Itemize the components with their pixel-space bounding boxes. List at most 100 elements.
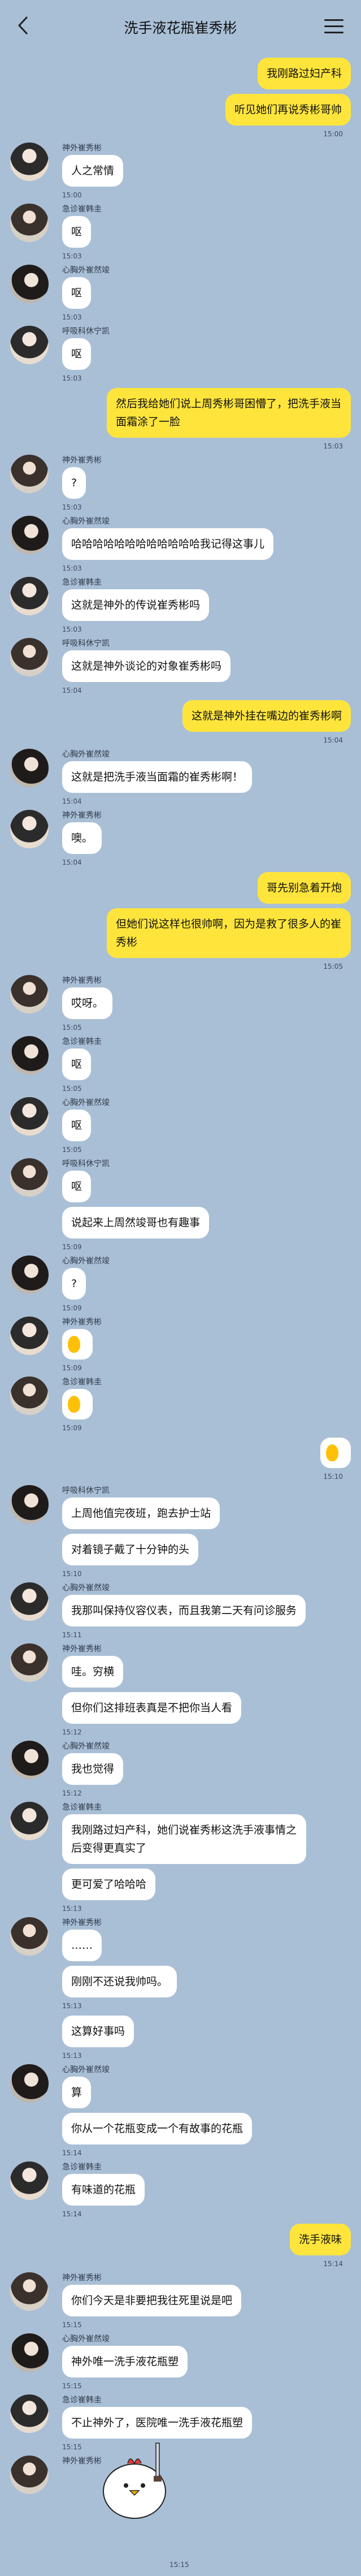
message-bubble[interactable]: ? <box>62 467 86 499</box>
message-time: 15:03 <box>323 442 343 450</box>
message-bubble[interactable]: 我那叫保持仪容仪表，而且我第二天有问诊服务 <box>62 1595 306 1626</box>
message-bubble[interactable]: 你们今天是非要把我往死里说是吧 <box>62 2285 242 2316</box>
sticker-message[interactable] <box>320 1438 351 1468</box>
chat-message: 心胸外崔然竣算 <box>0 2064 361 2108</box>
avatar[interactable] <box>10 204 49 242</box>
message-bubble[interactable]: 呕 <box>62 338 92 370</box>
avatar[interactable] <box>10 2333 49 2372</box>
sender-name: 心胸外崔然竣 <box>62 2335 110 2344</box>
avatar[interactable] <box>10 1097 49 1136</box>
message-bubble[interactable]: 刚刚不还说我帅吗。 <box>62 1966 177 1997</box>
message-bubble[interactable]: 哎呀。 <box>62 987 113 1019</box>
avatar[interactable] <box>10 1802 49 1840</box>
avatar[interactable] <box>10 1917 49 1956</box>
message-bubble[interactable]: 这就是神外谈论的对象崔秀彬吗 <box>62 650 231 682</box>
message-bubble[interactable]: 上周他值完夜班，跑去护士站 <box>62 1498 220 1529</box>
avatar[interactable] <box>10 1643 49 1682</box>
message-bubble[interactable]: 呕 <box>62 216 92 248</box>
avatar[interactable] <box>10 265 49 303</box>
message-bubble[interactable]: 洗手液味 <box>289 2224 351 2255</box>
message-time: 15:15 <box>62 2321 82 2329</box>
message-bubble[interactable]: 呕 <box>62 1110 92 1141</box>
message-bubble[interactable]: 但她们说这样也很帅啊，因为是救了很多人的崔秀彬 <box>107 908 351 958</box>
message-bubble[interactable]: 更可爱了哈哈哈 <box>62 1869 156 1900</box>
message-time: 15:12 <box>62 1789 82 1797</box>
avatar[interactable] <box>10 516 49 554</box>
sticker-message[interactable] <box>62 1329 93 1360</box>
message-time: 15:14 <box>62 2149 82 2157</box>
chat-message: 神外崔秀彬 15:09 <box>0 1317 361 1373</box>
avatar[interactable] <box>10 1317 49 1355</box>
message-bubble[interactable]: 神外唯一洗手液花瓶塑 <box>62 2346 188 2377</box>
message-time: 15:04 <box>62 687 82 694</box>
chat-message: 听见她们再说秀彬哥帅 15:00 <box>0 94 361 139</box>
message-time: 15:03 <box>62 625 82 633</box>
avatar[interactable] <box>10 143 49 181</box>
message-time: 15:13 <box>62 2052 82 2060</box>
menu-icon[interactable] <box>324 19 343 35</box>
message-time: 15:12 <box>62 1728 82 1736</box>
avatar[interactable] <box>10 455 49 493</box>
chat-message: 心胸外崔然竣 我那叫保持仪容仪表，而且我第二天有问诊服务 15:11 <box>0 1582 361 1640</box>
avatar[interactable] <box>10 638 49 676</box>
message-bubble[interactable]: 对着镜子戴了十分钟的头 <box>62 1534 199 1565</box>
avatar[interactable] <box>10 1255 49 1294</box>
avatar[interactable] <box>10 577 49 615</box>
message-time: 15:05 <box>62 1146 82 1154</box>
message-bubble[interactable]: …… <box>62 1930 102 1961</box>
message-bubble[interactable]: 这就是把洗手液当面霜的崔秀彬啊！ <box>62 761 253 793</box>
message-bubble[interactable]: 哇。穷横 <box>62 1656 124 1688</box>
message-bubble[interactable]: 听见她们再说秀彬哥帅 <box>225 94 351 126</box>
avatar[interactable] <box>10 2456 49 2494</box>
message-bubble[interactable]: 这就是神外挂在嘴边的崔秀彬啊 <box>182 700 351 732</box>
message-bubble[interactable]: 我也觉得 <box>62 1753 124 1785</box>
sender-name: 呼吸科休宁凯 <box>62 639 110 648</box>
sender-name: 神外崔秀彬 <box>62 976 102 985</box>
sender-name: 呼吸科休宁凯 <box>62 1159 110 1168</box>
sticker-message[interactable] <box>62 1389 93 1419</box>
message-time: 15:03 <box>62 564 82 572</box>
chat-message: 急诊崔韩圭 我刚路过妇产科，她们说崔秀彬这洗手液事情之后变得更真实了 <box>0 1802 361 1864</box>
avatar[interactable] <box>10 2394 49 2433</box>
message-time: 15:09 <box>62 1243 82 1251</box>
message-bubble[interactable]: 哈哈哈哈哈哈哈哈哈哈哈哈我记得这事儿 <box>62 528 274 560</box>
message-bubble[interactable]: 哥先别急着开炮 <box>257 872 351 904</box>
avatar[interactable] <box>10 810 49 848</box>
chat-message: 呼吸科休宁凯 上周他值完夜班，跑去护士站 <box>0 1485 361 1529</box>
sender-name: 急诊崔韩圭 <box>62 1037 102 1046</box>
message-bubble[interactable]: 你从一个花瓶变成一个有故事的花瓶 <box>62 2113 253 2144</box>
chat-message: 这算好事吗 15:13 <box>0 2016 361 2061</box>
message-bubble[interactable]: ? <box>62 1268 86 1300</box>
message-bubble[interactable]: 噢。 <box>62 822 102 854</box>
avatar[interactable] <box>10 326 49 364</box>
message-bubble[interactable]: 我刚路过妇产科 <box>257 58 351 89</box>
avatar[interactable] <box>10 975 49 1013</box>
avatar[interactable] <box>10 1158 49 1197</box>
message-bubble[interactable]: 我刚路过妇产科，她们说崔秀彬这洗手液事情之后变得更真实了 <box>62 1814 306 1864</box>
message-bubble[interactable]: 呕 <box>62 277 92 309</box>
message-bubble[interactable]: 这就是神外的传说崔秀彬吗 <box>62 589 210 621</box>
avatar[interactable] <box>10 1741 49 1779</box>
chat-message: 更可爱了哈哈哈 15:13 <box>0 1869 361 1914</box>
chat-message: 刚刚不还说我帅吗。 15:13 <box>0 1966 361 2011</box>
message-bubble[interactable]: 然后我给她们说上周秀彬哥困懵了，把洗手液当面霜涂了一脸 <box>107 388 351 438</box>
sticker-icon <box>68 1396 80 1413</box>
avatar[interactable] <box>10 1036 49 1075</box>
message-bubble[interactable]: 呕 <box>62 1171 92 1202</box>
message-bubble[interactable]: 说起来上周然竣哥也有趣事 <box>62 1207 210 1239</box>
message-bubble[interactable]: 人之常情 <box>62 155 124 187</box>
avatar[interactable] <box>10 1377 49 1415</box>
message-bubble[interactable]: 算 <box>62 2077 92 2108</box>
avatar[interactable] <box>10 1582 49 1621</box>
message-bubble[interactable]: 这算好事吗 <box>62 2016 134 2047</box>
avatar[interactable] <box>10 2161 49 2200</box>
avatar[interactable] <box>10 2272 49 2311</box>
avatar[interactable] <box>10 2064 49 2103</box>
message-bubble[interactable]: 有味道的花瓶 <box>62 2174 145 2206</box>
avatar[interactable] <box>10 749 49 787</box>
avatar[interactable] <box>10 1485 49 1524</box>
message-bubble[interactable]: 但你们这排班表真是不把你当人看 <box>62 1692 242 1724</box>
message-time: 15:05 <box>62 1085 82 1093</box>
chat-message: 神外崔秀彬? 15:03 <box>0 455 361 512</box>
message-bubble[interactable]: 呕 <box>62 1048 92 1080</box>
